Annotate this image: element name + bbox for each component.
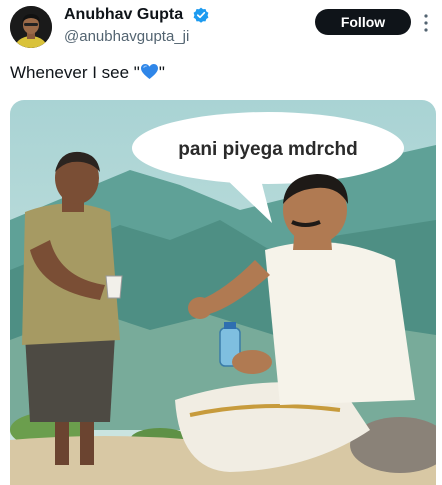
follow-button[interactable]: Follow bbox=[315, 9, 411, 35]
speech-bubble-text: pani piyega mdrchd bbox=[178, 139, 357, 160]
blue-heart-emoji-icon bbox=[140, 63, 158, 80]
tweet-text-before: Whenever I see " bbox=[10, 63, 140, 82]
avatar-photo-icon bbox=[10, 6, 52, 48]
user-handle[interactable]: @anubhavgupta_ji bbox=[64, 27, 189, 47]
tweet-text-after: " bbox=[158, 63, 165, 82]
tweet-text: Whenever I see " " bbox=[10, 62, 165, 84]
more-dots-icon[interactable] bbox=[424, 14, 428, 32]
display-name[interactable]: Anubhav Gupta bbox=[64, 5, 183, 25]
post-header: Anubhav Gupta @anubhavgupta_ji Follow bbox=[0, 0, 442, 56]
meme-illustration: pani piyega mdrchd bbox=[10, 100, 436, 485]
verified-badge-icon bbox=[193, 7, 209, 23]
media-image[interactable]: pani piyega mdrchd bbox=[10, 100, 436, 485]
avatar[interactable] bbox=[10, 6, 52, 48]
